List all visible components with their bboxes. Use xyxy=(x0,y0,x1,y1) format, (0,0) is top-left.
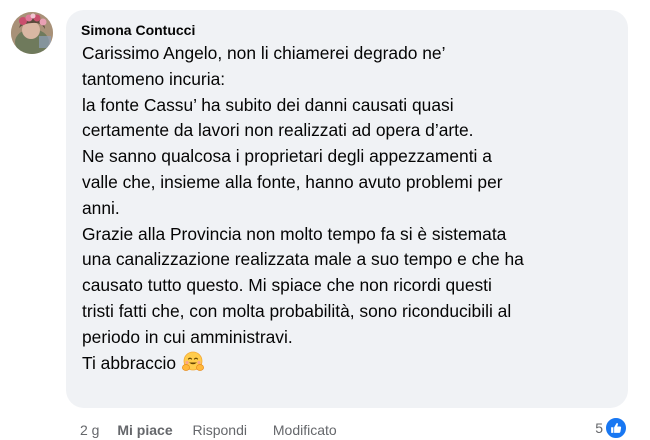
comment-line: la fonte Cassu’ ha subito dei danni caus… xyxy=(82,94,454,115)
avatar[interactable] xyxy=(11,12,53,54)
like-button[interactable]: Mi piace xyxy=(117,420,172,440)
comment-bubble: Simona Contucci Carissimo Angelo, non li… xyxy=(66,10,628,408)
reply-button[interactable]: Rispondi xyxy=(193,420,247,440)
comment-line: periodo in cui amministravi. xyxy=(82,326,293,347)
comment-line: tristi fatti che, con molta probabilità,… xyxy=(82,300,512,321)
comment-line: certamente da lavori non realizzati ad o… xyxy=(82,120,474,141)
hugging-face-emoji-icon xyxy=(182,351,205,381)
comment-actions: 2 g Mi piace Rispondi Modificato xyxy=(80,420,337,440)
comment-line: Grazie alla Provincia non molto tempo fa… xyxy=(82,223,507,244)
comment-line: Carissimo Angelo, non li chiamerei degra… xyxy=(82,43,446,63)
comment-line: Ne sanno qualcosa i proprietari degli ap… xyxy=(82,146,492,167)
thumbs-up-icon xyxy=(605,417,627,439)
comment-line: causato tutto questo. Mi spiace che non … xyxy=(82,275,492,296)
profile-photo-icon xyxy=(11,12,53,54)
edited-label[interactable]: Modificato xyxy=(273,420,337,440)
reactions-summary[interactable]: 5 xyxy=(595,417,627,439)
comment-text: Carissimo Angelo, non li chiamerei degra… xyxy=(82,41,614,380)
comment-line: valle che, insieme alla fonte, hanno avu… xyxy=(82,171,503,192)
comment-last-line: Ti abbraccio xyxy=(82,351,614,381)
comment-line: anni. xyxy=(82,197,120,218)
comment-line: tantomeno incuria: xyxy=(82,68,226,89)
comment-line: Ti abbraccio xyxy=(82,352,177,373)
comment-author[interactable]: Simona Contucci xyxy=(81,21,614,39)
comment: Simona Contucci Carissimo Angelo, non li… xyxy=(0,0,650,440)
reaction-count: 5 xyxy=(595,420,603,436)
comment-timestamp[interactable]: 2 g xyxy=(80,420,99,440)
comment-line: una canalizzazione realizzata male a suo… xyxy=(82,249,524,270)
